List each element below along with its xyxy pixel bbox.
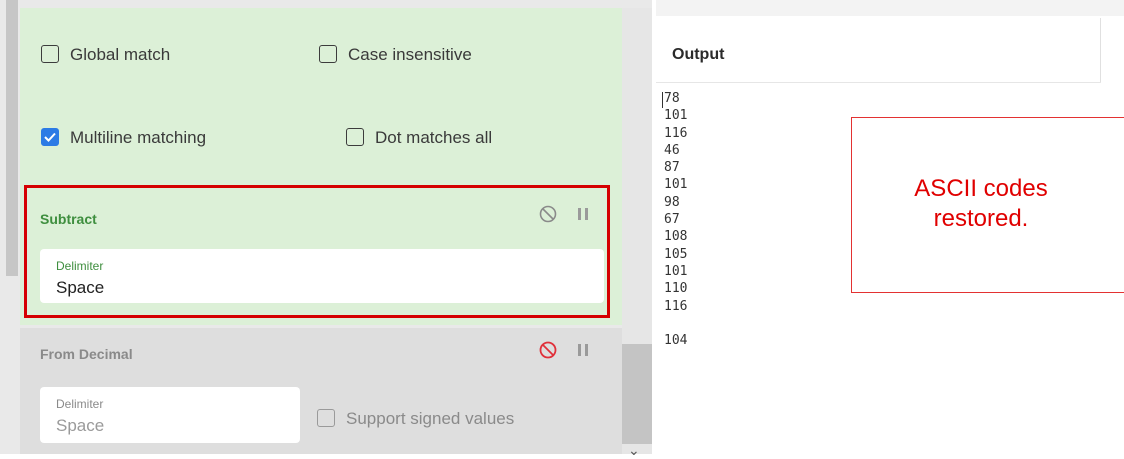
- global-match-label: Global match: [70, 45, 171, 64]
- output-line: 101: [664, 177, 688, 193]
- output-line: 110: [664, 281, 688, 297]
- multiline-matching-checkbox[interactable]: [41, 128, 59, 146]
- dot-matches-all-checkbox[interactable]: [346, 128, 364, 146]
- recipe-scroll-thumb[interactable]: [622, 344, 652, 444]
- annotation-callout-text: ASCII codes restored.: [861, 174, 1101, 234]
- from-decimal-delimiter-label: Delimiter: [56, 397, 104, 411]
- output-line: 108: [664, 229, 688, 245]
- output-line: 67: [664, 212, 680, 228]
- output-line: 78: [664, 91, 680, 106]
- recipe-scrollbar[interactable]: [622, 8, 652, 454]
- output-line: 98: [664, 194, 680, 210]
- annotation-line-2: restored.: [933, 205, 1029, 232]
- case-insensitive-label: Case insensitive: [348, 45, 472, 64]
- output-top-bar: [656, 0, 1124, 16]
- from-decimal-delimiter-field[interactable]: Delimiter Space: [40, 387, 300, 443]
- output-line: 46: [664, 142, 680, 158]
- global-match-checkbox[interactable]: [41, 45, 59, 63]
- output-line: 116: [664, 125, 688, 141]
- disable-circle-icon-active[interactable]: [538, 340, 558, 360]
- output-line: 116: [664, 298, 688, 314]
- output-line: 101: [664, 108, 688, 124]
- output-title: Output: [672, 46, 725, 63]
- pause-icon[interactable]: [576, 342, 590, 358]
- output-line: 101: [664, 263, 688, 279]
- output-header-divider: [1100, 18, 1101, 82]
- output-line: 87: [664, 160, 680, 176]
- output-line: 104: [664, 332, 688, 348]
- subtract-highlight-box: [24, 185, 610, 318]
- annotation-line-1: ASCII codes: [914, 175, 1048, 202]
- scroll-down-chevron-icon[interactable]: ⌄: [628, 442, 640, 459]
- output-header: Output: [656, 18, 1101, 83]
- support-signed-values-label: Support signed values: [346, 409, 515, 428]
- case-insensitive-checkbox[interactable]: [319, 45, 337, 63]
- text-cursor: [662, 92, 663, 108]
- support-signed-values-checkbox[interactable]: [317, 409, 335, 427]
- from-decimal-delimiter-value: Space: [56, 416, 105, 435]
- recipe-left-scrollbar[interactable]: [6, 0, 18, 276]
- check-icon: [44, 132, 56, 142]
- multiline-matching-label: Multiline matching: [70, 128, 207, 147]
- output-text[interactable]: 78 101 116 46 87 101 98 67 108 105 101 1…: [664, 90, 687, 349]
- dot-matches-all-label: Dot matches all: [375, 128, 493, 147]
- output-line: 105: [664, 246, 688, 262]
- from-decimal-op-title: From Decimal: [40, 346, 133, 362]
